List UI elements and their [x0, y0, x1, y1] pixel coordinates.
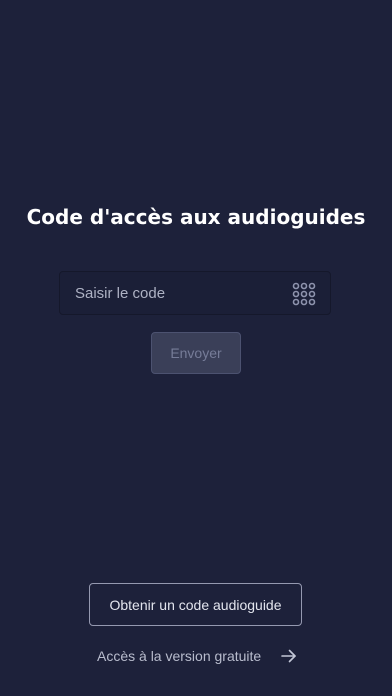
- page-title: Code d'accès aux audioguides: [26, 205, 366, 229]
- keypad-icon[interactable]: [292, 282, 316, 306]
- arrow-right-icon: [281, 649, 297, 663]
- access-code-input[interactable]: [75, 272, 275, 314]
- send-button[interactable]: Envoyer: [151, 332, 241, 374]
- free-version-link[interactable]: Accès à la version gratuite: [97, 644, 297, 668]
- access-code-field[interactable]: [59, 271, 331, 315]
- free-version-label: Accès à la version gratuite: [97, 648, 262, 664]
- obtain-code-button[interactable]: Obtenir un code audioguide: [89, 583, 302, 626]
